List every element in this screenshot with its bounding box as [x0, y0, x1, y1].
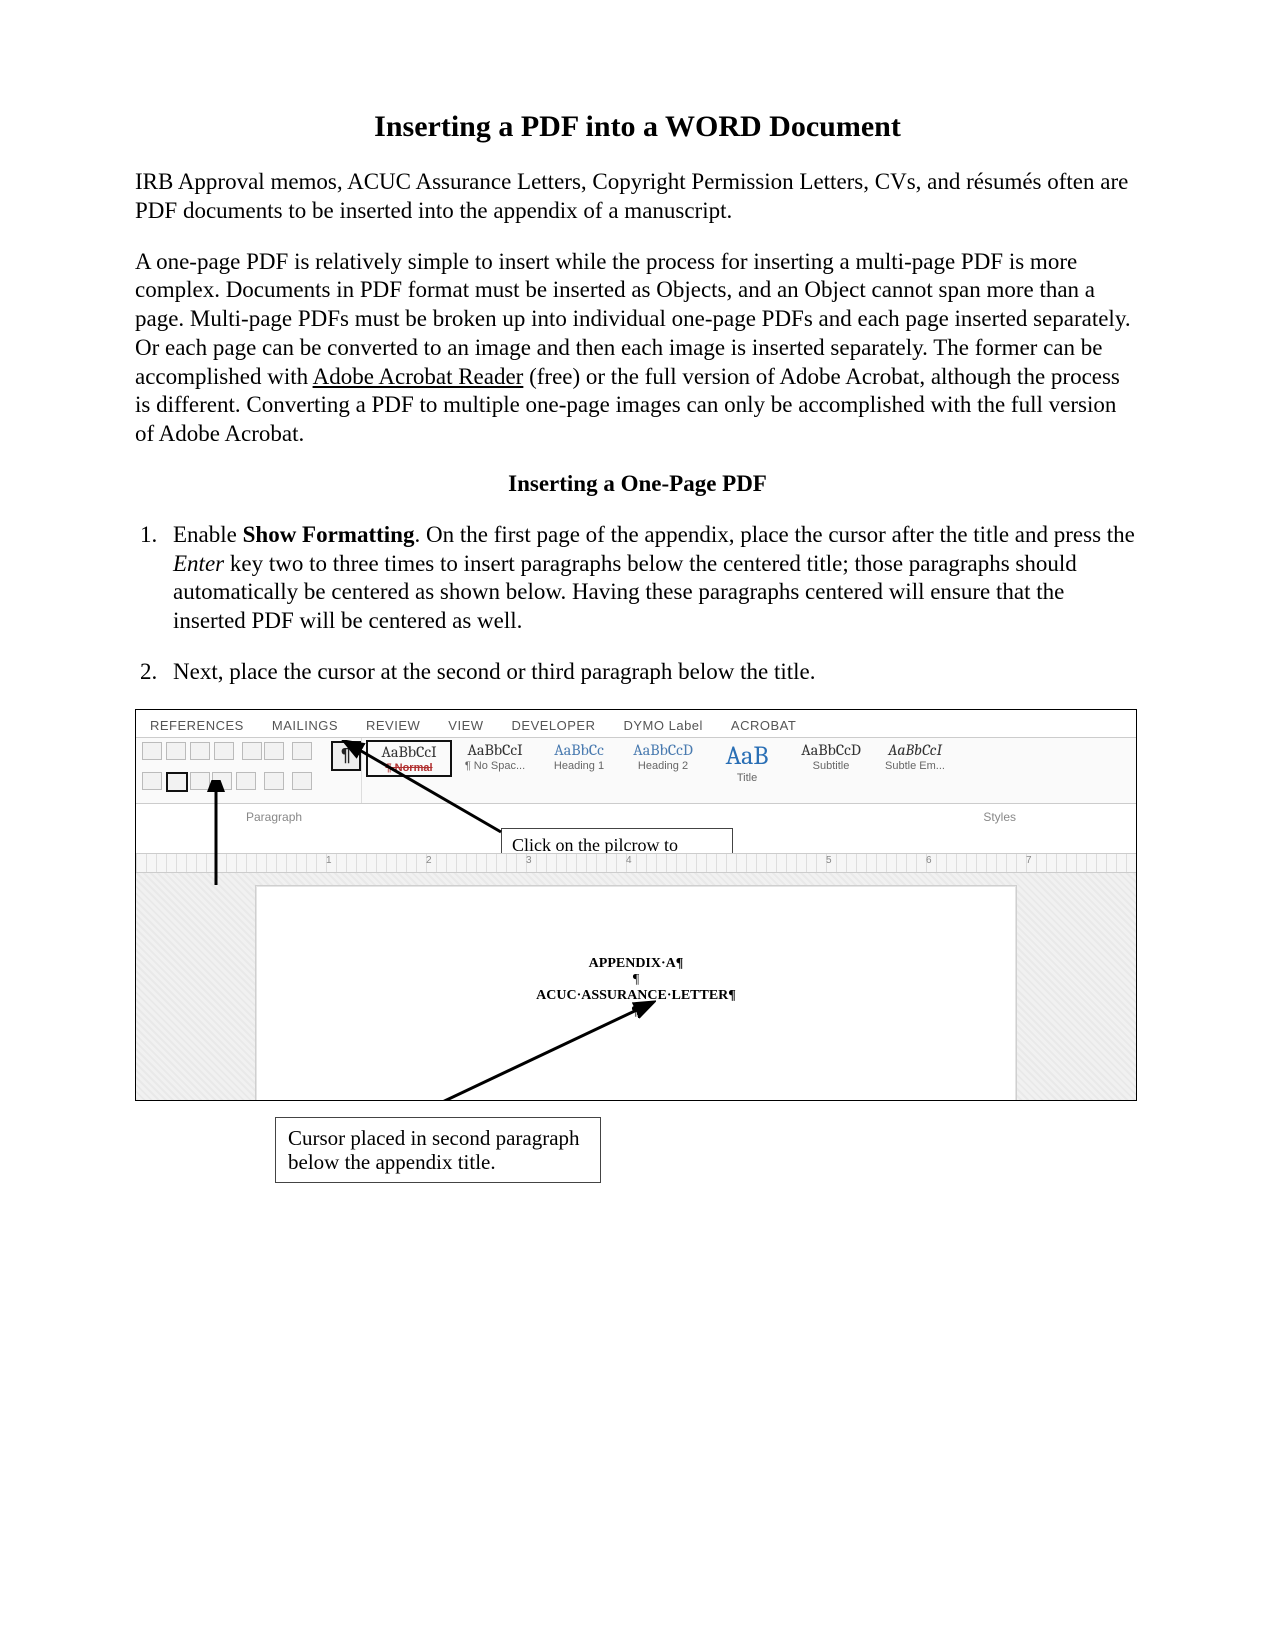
step1-a: Enable [173, 522, 243, 547]
borders-icon[interactable] [292, 772, 312, 790]
style-title[interactable]: AaB Title [706, 740, 788, 785]
style-heading2[interactable]: AaBbCcD Heading 2 [622, 740, 704, 773]
word-screenshot: REFERENCES MAILINGS REVIEW VIEW DEVELOPE… [135, 709, 1137, 1101]
font-color-icon[interactable] [142, 772, 162, 790]
ruler-4: 4 [626, 855, 632, 866]
screenshot-wrapper: REFERENCES MAILINGS REVIEW VIEW DEVELOPE… [135, 709, 1135, 1183]
line-spacing-icon[interactable] [236, 772, 256, 790]
steps-list: Enable Show Formatting. On the first pag… [135, 521, 1140, 687]
ruler-6: 6 [926, 855, 932, 866]
step1-b: . On the first page of the appendix, pla… [414, 522, 1134, 547]
intro-paragraph-1: IRB Approval memos, ACUC Assurance Lette… [135, 168, 1140, 226]
styles-group: AaBbCcI ¶ Normal AaBbCcI ¶ No Spac... Aa… [362, 738, 1136, 803]
style-heading1-sample: AaBbCc [554, 741, 604, 759]
style-normal[interactable]: AaBbCcI ¶ Normal [366, 740, 452, 777]
step1-ital: Enter [173, 551, 224, 576]
decrease-indent-icon[interactable] [242, 742, 262, 760]
document-area: APPENDIX·A¶ ¶ ACUC·ASSURANCE·LETTER¶ ¶ [136, 873, 1136, 1100]
step-1: Enable Show Formatting. On the first pag… [163, 521, 1140, 636]
tab-view[interactable]: VIEW [448, 718, 483, 733]
align-right-icon[interactable] [212, 772, 232, 790]
page-title: Inserting a PDF into a WORD Document [135, 110, 1140, 144]
doc-line-3: ACUC·ASSURANCE·LETTER¶ [256, 988, 1016, 1004]
doc-line-1: APPENDIX·A¶ [256, 956, 1016, 972]
style-heading2-sample: AaBbCcD [633, 741, 693, 759]
doc-line-4: ¶ [256, 1004, 1016, 1020]
ribbon-tabs: REFERENCES MAILINGS REVIEW VIEW DEVELOPE… [136, 710, 1136, 737]
group-captions: Paragraph Styles [136, 810, 1136, 830]
style-nospacing-caption: ¶ No Spac... [465, 760, 525, 772]
tab-developer[interactable]: DEVELOPER [512, 718, 596, 733]
step1-c: key two to three times to insert paragra… [173, 551, 1077, 634]
section-heading: Inserting a One-Page PDF [135, 471, 1140, 497]
ruler-7: 7 [1026, 855, 1032, 866]
callout-cursor: Cursor placed in second paragraph below … [275, 1117, 601, 1183]
document-page[interactable]: APPENDIX·A¶ ¶ ACUC·ASSURANCE·LETTER¶ ¶ [255, 885, 1017, 1101]
style-heading1[interactable]: AaBbCc Heading 1 [538, 740, 620, 773]
multilevel-icon[interactable] [214, 742, 234, 760]
step-2: Next, place the cursor at the second or … [163, 658, 1140, 687]
ruler-1: 1 [326, 855, 332, 866]
step1-bold: Show Formatting [243, 522, 415, 547]
style-title-sample: AaB [726, 741, 769, 771]
tab-dymo[interactable]: DYMO Label [624, 718, 703, 733]
paragraph-group: ¶ [136, 738, 362, 803]
style-subtitle[interactable]: AaBbCcD Subtitle [790, 740, 872, 773]
doc-line-2: ¶ [256, 972, 1016, 988]
pilcrow-button[interactable]: ¶ [331, 741, 361, 771]
styles-group-label: Styles [983, 810, 1016, 824]
style-heading1-caption: Heading 1 [554, 760, 604, 772]
style-nospacing-sample: AaBbCcI [467, 741, 522, 759]
ruler: 1 2 3 4 5 6 7 [136, 853, 1136, 873]
style-subtleem-sample: AaBbCcI [888, 741, 942, 759]
tab-mailings[interactable]: MAILINGS [272, 718, 338, 733]
style-heading2-caption: Heading 2 [638, 760, 688, 772]
style-subtleem-caption: Subtle Em... [885, 760, 945, 772]
tab-references[interactable]: REFERENCES [150, 718, 244, 733]
style-subtitle-caption: Subtitle [813, 760, 850, 772]
style-normal-caption: ¶ Normal [385, 762, 432, 774]
adobe-reader-link[interactable]: Adobe Acrobat Reader [313, 364, 524, 389]
align-left-icon[interactable] [166, 772, 188, 792]
paragraph-group-label: Paragraph [246, 810, 302, 824]
shading-icon[interactable] [264, 772, 284, 790]
align-center-icon[interactable] [190, 772, 210, 790]
increase-indent-icon[interactable] [264, 742, 284, 760]
tab-acrobat[interactable]: ACROBAT [731, 718, 796, 733]
text-cursor-icon [638, 1004, 640, 1018]
style-title-caption: Title [737, 772, 757, 784]
style-normal-sample: AaBbCcI [381, 743, 436, 761]
tab-review[interactable]: REVIEW [366, 718, 420, 733]
ruler-2: 2 [426, 855, 432, 866]
style-subtleem[interactable]: AaBbCcI Subtle Em... [874, 740, 956, 773]
intro-paragraph-2: A one-page PDF is relatively simple to i… [135, 248, 1140, 449]
style-subtitle-sample: AaBbCcD [801, 741, 861, 759]
ruler-5: 5 [826, 855, 832, 866]
format-icon[interactable] [142, 742, 162, 760]
bullets-icon[interactable] [166, 742, 186, 760]
ruler-3: 3 [526, 855, 532, 866]
ribbon-body: ¶ AaBbCcI ¶ Normal AaBbCcI ¶ No Spac... … [136, 737, 1136, 804]
style-nospacing[interactable]: AaBbCcI ¶ No Spac... [454, 740, 536, 773]
numbering-icon[interactable] [190, 742, 210, 760]
sort-icon[interactable] [292, 742, 312, 760]
